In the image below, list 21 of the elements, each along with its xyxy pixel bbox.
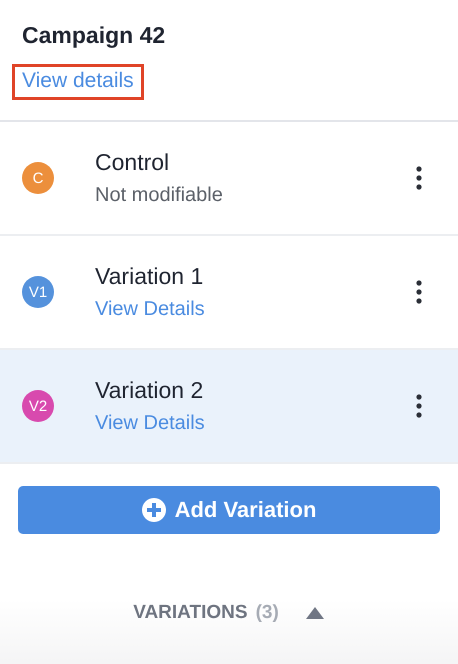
- collapse-icon[interactable]: [304, 606, 325, 620]
- avatar: V1: [22, 276, 54, 308]
- variation-row[interactable]: V2 Variation 2 View Details: [0, 350, 458, 464]
- variation-row[interactable]: C Control Not modifiable: [0, 122, 458, 236]
- add-variation-button[interactable]: Add Variation: [18, 486, 440, 534]
- variation-count: (3): [256, 602, 279, 624]
- more-icon[interactable]: [416, 394, 422, 418]
- avatar: V2: [22, 390, 54, 422]
- more-icon[interactable]: [416, 166, 422, 190]
- view-details-link[interactable]: View Details: [95, 298, 416, 321]
- variation-name: Variation 2: [95, 377, 204, 404]
- variation-name: Control: [95, 149, 170, 176]
- avatar: C: [22, 162, 54, 194]
- variation-note: Not modifiable: [95, 184, 224, 207]
- more-icon[interactable]: [416, 280, 422, 304]
- campaign-title: Campaign 42: [22, 21, 166, 50]
- view-details-link[interactable]: View details: [12, 64, 144, 100]
- section-label: VARIATIONS: [133, 602, 248, 624]
- view-details-link[interactable]: View Details: [95, 412, 416, 435]
- plus-icon: [142, 498, 166, 522]
- variation-name: Variation 1: [95, 263, 204, 290]
